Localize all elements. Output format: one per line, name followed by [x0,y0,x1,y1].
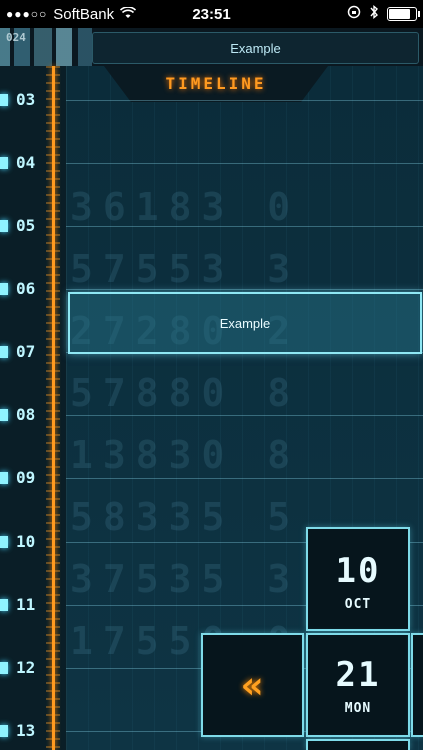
month-day-number: 10 [335,551,381,591]
hour-row: 11 [0,595,423,615]
hour-gridline [66,226,423,227]
hour-row: 06 [0,279,423,299]
battery-icon [387,7,420,21]
hour-label: 03 [16,90,36,109]
hour-row: 05 [0,216,423,236]
hour-label: 12 [16,658,36,677]
hour-marker [0,94,8,106]
timeline-tab[interactable]: TIMELINE [104,66,328,102]
hour-row: 09 [0,468,423,488]
next-tile-partial[interactable] [411,633,423,737]
month-label: OCT [344,597,372,612]
day-tile[interactable]: 21 MON [306,633,410,737]
hour-label: 04 [16,153,36,172]
double-chevron-left-icon: « [241,663,264,707]
hour-marker [0,725,8,737]
day-number: 21 [335,655,381,695]
hour-marker [0,220,8,232]
header-title[interactable]: Example [92,32,419,64]
timeline-label: TIMELINE [165,74,267,93]
hour-label: 07 [16,342,36,361]
battery-fill [389,9,411,19]
hour-label: 08 [16,405,36,424]
hour-marker [0,662,8,674]
hour-marker [0,472,8,484]
hour-row: 10 [0,532,423,552]
hour-row: 08 [0,405,423,425]
pixel-code: 024 [6,31,26,44]
hour-row: 03 [0,90,423,110]
weekday-label: MON [344,701,372,716]
hour-gridline [66,289,423,290]
status-bar: ●●●○○ SoftBank 23:51 [0,0,423,28]
app-header: 024 Example [0,28,423,66]
hour-gridline [66,163,423,164]
previous-day-button[interactable]: « [201,633,304,737]
lower-tile-partial[interactable] [306,739,410,750]
hour-label: 11 [16,595,36,614]
hour-marker [0,283,8,295]
hour-marker [0,409,8,421]
hour-marker [0,536,8,548]
hour-row: 04 [0,153,423,173]
hour-row: 12 [0,658,423,678]
bluetooth-icon [369,5,379,23]
hour-marker [0,346,8,358]
hour-row: 13 [0,721,423,741]
hour-marker [0,157,8,169]
hour-label: 13 [16,721,36,740]
hour-label: 09 [16,468,36,487]
hour-marker [0,599,8,611]
hour-row: 07 [0,342,423,362]
event-block[interactable]: Example [68,292,422,354]
hour-gridline [66,100,423,101]
rotation-lock-icon [347,5,361,23]
month-tile[interactable]: 10 OCT [306,527,410,631]
hour-gridline [66,478,423,479]
hour-label: 10 [16,532,36,551]
hour-label: 05 [16,216,36,235]
hour-gridline [66,415,423,416]
pixel-logo[interactable]: 024 [0,28,92,66]
hour-label: 06 [16,279,36,298]
